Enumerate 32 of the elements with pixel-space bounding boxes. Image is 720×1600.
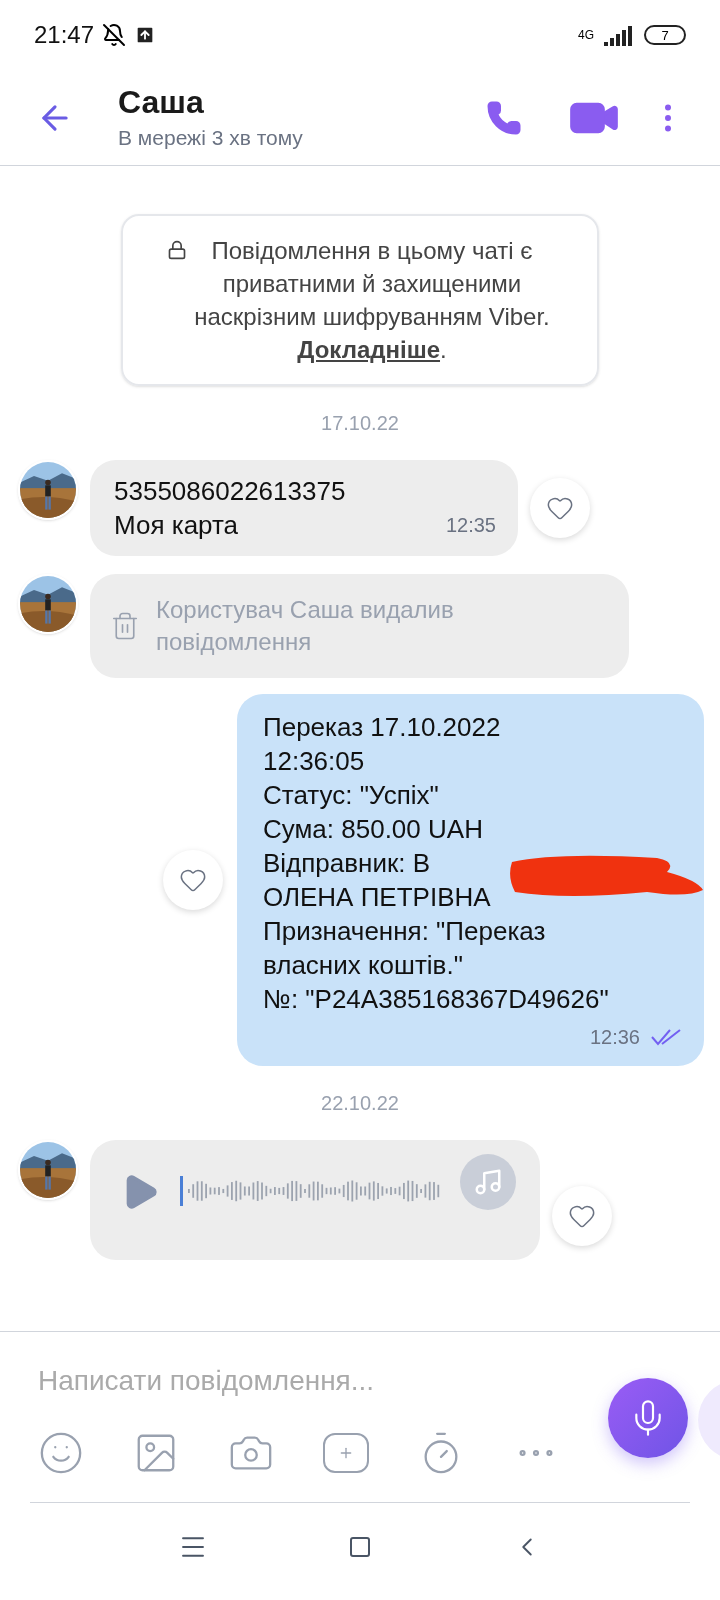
music-icon [460,1154,516,1210]
sticker-icon[interactable] [38,1430,84,1476]
privacy-text: Повідомлення в цьому чаті є приватними й захищеними наскрізним шифруванням Viber. Докладніше. [193,236,551,365]
contact-name: Саша [118,82,205,122]
message-time: 12:36 [589,1025,640,1050]
network-type: 4G [578,29,594,41]
trash-icon [110,611,140,641]
message-input[interactable]: Написати повідомлення... [38,1360,578,1402]
muted-bell-icon [102,23,127,47]
deleted-message-text: Користувач Саша видалив повідомлення [156,595,455,657]
message-text: Переказ 17.10.2022 12:36:05 Статус: "Успіх" Сума: 850.00 UAH Відправник: В ОЛЕНА ПЕТРІВНА Призначення: "Переказ власних коштів." №: "P24A385168367D49626" [263,711,610,1016]
waveform[interactable] [180,1176,440,1206]
lock-icon [167,240,187,260]
voice-record-button[interactable] [608,1378,688,1458]
message-bubble[interactable]: Переказ 17.10.2022 12:36:05 Статус: "Успіх" Сума: 850.00 UAH Відправник: В ОЛЕНА ПЕТРІВНА Призначення: "Переказ власних коштів." №: "P24A385168367D49626" 12:36 [237,694,704,1066]
date-label: 17.10.22 [321,411,399,436]
message-bubble[interactable]: 5355086022613375 Моя карта 12:35 [90,460,518,556]
call-button[interactable] [486,99,522,136]
message-time: 12:35 [445,513,496,538]
signal-icon [604,24,634,46]
learn-more-link[interactable]: Докладніше [297,336,440,363]
like-button[interactable] [163,850,223,910]
battery-indicator: 7 [644,25,686,45]
voice-message-bubble[interactable] [90,1140,540,1260]
home-button[interactable] [348,1534,372,1559]
clock: 21:47 [34,20,95,50]
message-text: 5355086022613375 Моя карта [114,475,346,542]
gif-icon[interactable] [323,1433,369,1473]
presence-status: В мережі 3 хв тому [118,124,304,151]
like-button[interactable] [552,1186,612,1246]
like-button[interactable] [530,478,590,538]
date-label: 22.10.22 [321,1091,399,1116]
